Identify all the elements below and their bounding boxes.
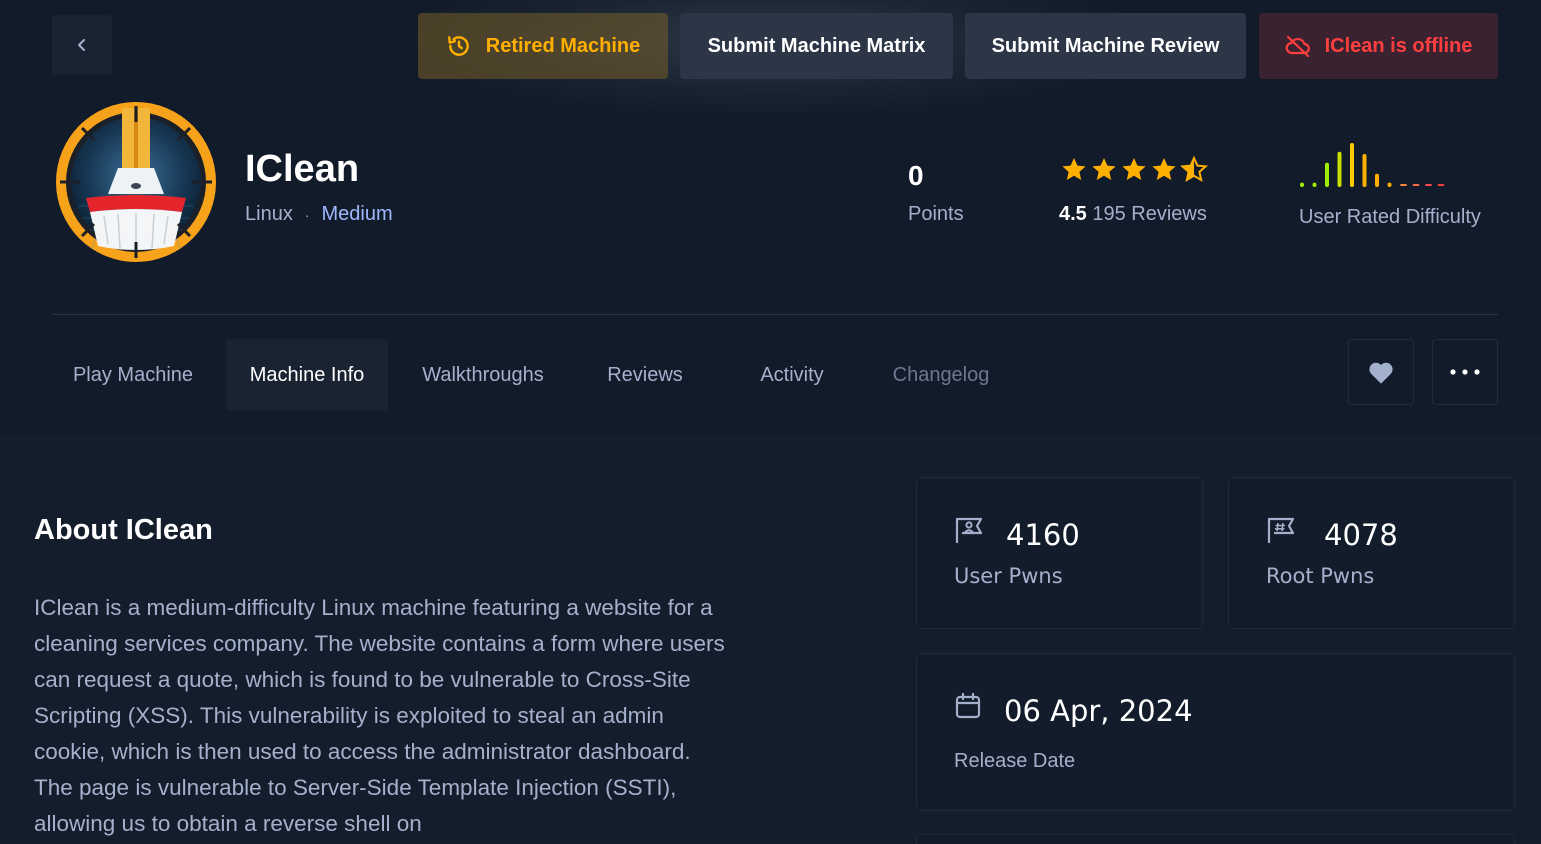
star-full-icon [1062, 158, 1086, 180]
submit-matrix-button[interactable]: Submit Machine Matrix [680, 13, 953, 79]
favorite-button[interactable] [1348, 339, 1414, 405]
machine-meta: Linux · Medium [245, 203, 393, 226]
meta-separator: · [304, 206, 310, 223]
tab-label: Walkthroughs [422, 363, 544, 386]
more-horizontal-icon [1450, 369, 1480, 375]
tab-label: Play Machine [72, 363, 194, 386]
tab-activity[interactable]: Activity [724, 339, 860, 411]
difficulty-bar [1375, 173, 1379, 187]
back-button[interactable] [52, 15, 112, 75]
retired-machine-label: Retired Machine [485, 34, 641, 57]
about-description: IClean is a medium-difficulty Linux mach… [34, 595, 725, 836]
tab-label: Machine Info [249, 363, 365, 386]
retired-machine-button[interactable]: Retired Machine [418, 13, 668, 79]
difficulty-bar [1400, 184, 1407, 186]
tab-label: Reviews [607, 363, 683, 386]
tab-walkthroughs[interactable]: Walkthroughs [400, 339, 566, 411]
difficulty-chart [1300, 143, 1445, 187]
root-pwns-value: 4078 [1324, 518, 1398, 552]
star-full-icon [1092, 158, 1116, 180]
rating-value: 4.5 [1059, 203, 1087, 225]
difficulty-bar [1362, 154, 1367, 187]
difficulty-bar [1412, 184, 1420, 186]
user-pwns-card: 4160 User Pwns [916, 477, 1203, 629]
next-info-card [916, 834, 1515, 844]
submit-review-label: Submit Machine Review [991, 34, 1220, 57]
rating-summary[interactable]: 4.5 195 Reviews [1059, 203, 1207, 226]
tab-machine-info[interactable]: Machine Info [226, 339, 388, 411]
difficulty-bar [1337, 151, 1342, 187]
review-count: 195 Reviews [1092, 203, 1207, 225]
release-date-label: Release Date [954, 750, 1076, 772]
machine-offline-label: IClean is offline [1324, 34, 1473, 57]
tab-label: Changelog [892, 363, 990, 386]
calendar-icon [954, 692, 982, 725]
chevron-left-icon [78, 39, 85, 51]
heart-icon [1369, 362, 1393, 384]
user-flag-icon [954, 516, 984, 549]
star-full-icon [1122, 158, 1146, 180]
difficulty-bar [1325, 162, 1329, 187]
star-half-icon [1180, 156, 1208, 183]
difficulty-bar [1300, 182, 1304, 187]
machine-header: Retired Machine Submit Machine Matrix Su… [0, 0, 1541, 435]
difficulty-bar [1425, 184, 1432, 186]
machine-name: IClean [245, 148, 360, 190]
submit-matrix-label: Submit Machine Matrix [707, 34, 926, 57]
root-pwns-card: 4078 Root Pwns [1228, 477, 1515, 629]
difficulty-bar [1350, 143, 1354, 187]
cloud-offline-icon [1285, 34, 1311, 58]
machine-difficulty[interactable]: Medium [321, 203, 392, 226]
machine-offline-button[interactable]: IClean is offline [1259, 13, 1498, 79]
tab-changelog[interactable]: Changelog [872, 339, 1010, 411]
tab-label: Activity [760, 363, 824, 386]
header-divider [52, 314, 1498, 315]
broom-machine-avatar-icon [56, 102, 216, 262]
more-options-button[interactable] [1432, 339, 1498, 405]
release-date-card: 06 Apr, 2024 Release Date [916, 653, 1515, 811]
root-pwns-label: Root Pwns [1266, 564, 1375, 588]
history-icon [446, 33, 472, 59]
tab-reviews[interactable]: Reviews [578, 339, 712, 411]
submit-review-button[interactable]: Submit Machine Review [965, 13, 1246, 79]
release-date-value: 06 Apr, 2024 [1004, 694, 1193, 728]
points-label: Points [908, 203, 964, 225]
star-full-icon [1152, 158, 1176, 180]
root-flag-icon [1266, 516, 1296, 549]
rating-stars [1060, 156, 1208, 184]
difficulty-bar [1387, 182, 1392, 187]
tab-play-machine[interactable]: Play Machine [52, 339, 214, 411]
difficulty-bar [1312, 182, 1317, 187]
machine-os: Linux [245, 203, 293, 225]
machine-avatar [52, 98, 220, 266]
about-title: About IClean [34, 514, 213, 546]
difficulty-bar [1437, 184, 1445, 186]
points-value: 0 [908, 160, 924, 191]
user-pwns-value: 4160 [1006, 518, 1080, 552]
difficulty-label: User Rated Difficulty [1299, 206, 1481, 228]
user-pwns-label: User Pwns [954, 564, 1063, 588]
